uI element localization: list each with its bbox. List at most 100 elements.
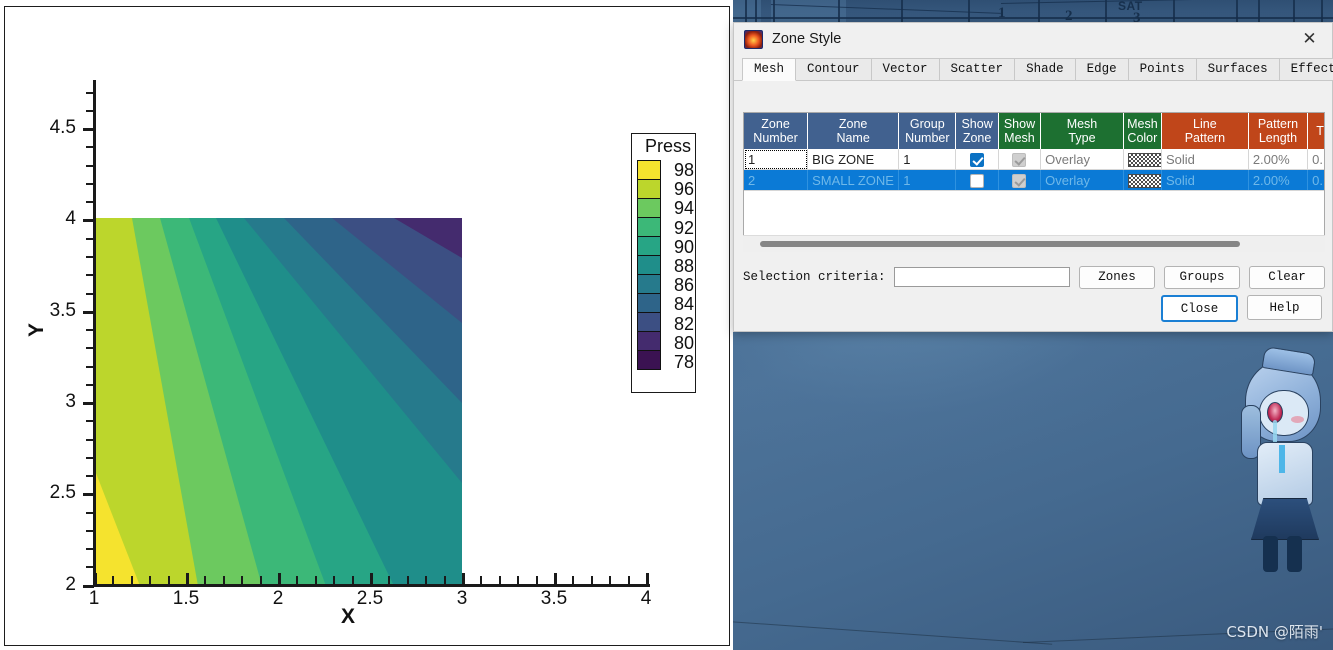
cell-group-number[interactable]: 1 [898,149,957,170]
cell-zone-number[interactable]: 2 [744,169,809,191]
selection-criteria-label: Selection criteria: [743,270,886,284]
tab-edge[interactable]: Edge [1074,58,1129,80]
close-button-label: Close [1180,301,1219,316]
tab-contour[interactable]: Contour [795,58,872,80]
header-line: Color [1127,131,1158,145]
y-tick-minor [86,201,94,203]
tab-shade[interactable]: Shade [1014,58,1076,80]
legend-swatch [637,311,661,332]
cell-group-number[interactable]: 1 [898,169,957,191]
contour-legend: Press 98 96 94 92 90 88 86 84 82 80 78 [631,133,696,393]
cell-pattern-length[interactable]: 2.00% [1248,169,1309,191]
header-line: Zone [838,117,868,131]
cell-show-zone[interactable] [955,149,999,170]
cell-show-zone[interactable] [955,169,999,191]
contour-svg [94,218,462,586]
cell-line-pattern[interactable]: Solid [1161,169,1249,191]
mesh-color-swatch[interactable] [1127,173,1161,188]
scrollbar-thumb[interactable] [760,241,1240,247]
cell-pattern-length[interactable]: 2.00% [1248,149,1309,170]
y-tick-minor [86,566,94,568]
table-row[interactable]: 1BIG ZONE1 Overlay Solid 2.00% 0.1 [744,149,1324,170]
x-tick-minor [223,576,225,585]
legend-swatch [637,197,661,218]
header-line: Line [1193,117,1217,131]
cell-zone-name[interactable]: BIG ZONE [807,149,900,170]
y-axis-title: Y [25,322,49,338]
y-tick-minor [86,439,94,441]
show-mesh-checkbox[interactable] [1012,173,1027,188]
cell-show-mesh[interactable] [998,149,1042,170]
legend-swatch [637,273,661,294]
cell-mesh-color[interactable] [1123,149,1162,170]
close-icon[interactable]: ✕ [1287,23,1332,55]
x-tick-major [554,573,557,585]
selection-criteria-input[interactable] [893,267,1070,287]
tab-surfaces[interactable]: Surfaces [1195,58,1280,80]
cell-zone-number[interactable]: 1 [744,149,809,170]
cell-thickness[interactable]: 0.1 [1307,149,1324,170]
header-line: Number [753,131,798,145]
column-header[interactable]: Line Pattern [1161,113,1249,149]
dialog-titlebar[interactable]: Zone Style ✕ [734,23,1332,55]
show-mesh-checkbox[interactable] [1012,152,1027,167]
x-tick-minor [591,576,593,585]
cell-line-pattern[interactable]: Solid [1161,149,1249,170]
column-header[interactable]: Zone Number [744,113,809,149]
column-header[interactable]: Mesh Type [1040,113,1124,149]
close-button[interactable]: Close [1161,295,1238,322]
tab-scatter[interactable]: Scatter [938,58,1016,80]
help-button[interactable]: Help [1247,295,1322,320]
tab-points[interactable]: Points [1127,58,1197,80]
table-row[interactable]: 2SMALL ZONE1 Overlay Solid 2.00% 0.1 [744,169,1324,191]
thickness-value: 0.1 [1312,172,1324,188]
character-leg [1287,536,1302,572]
y-tick-minor [86,512,94,514]
legend-colorbar [637,159,661,370]
column-header[interactable]: Group Number [898,113,957,149]
tab-effects[interactable]: Effects [1278,58,1333,80]
legend-swatch [637,330,661,351]
cell-mesh-type[interactable]: Overlay [1040,169,1124,191]
zone-style-table-container[interactable]: Zone Number Zone Name Group Number Show Zone Sho… [743,112,1325,252]
table-header-row: Zone Number Zone Name Group Number Show Zone Sho… [744,113,1324,149]
legend-value: 86 [673,275,694,296]
clear-button[interactable]: Clear [1249,265,1325,289]
cell-thickness[interactable]: 0.1 [1307,169,1324,191]
x-tick-minor [315,576,317,585]
x-tick-minor [131,576,133,585]
legend-value: 92 [673,217,694,238]
zones-button[interactable]: Zones [1079,265,1155,289]
mesh-color-swatch[interactable] [1127,152,1161,167]
legend-value: 98 [673,160,694,180]
tab-vector[interactable]: Vector [870,58,940,80]
header-line: Pattern [1184,131,1226,145]
x-tick-major [186,573,189,585]
y-tick-minor [86,165,94,167]
header-line: Number [905,131,950,145]
show-zone-checkbox[interactable] [970,152,985,167]
column-header[interactable]: Mesh Color [1123,113,1162,149]
legend-value: 94 [673,198,694,219]
column-header[interactable]: Pattern Length [1248,113,1309,149]
cell-zone-name[interactable]: SMALL ZONE [807,169,900,191]
column-header[interactable]: Th [1307,113,1324,149]
help-button-label: Help [1269,300,1300,315]
column-header[interactable]: Show Zone [955,113,999,149]
groups-button[interactable]: Groups [1164,265,1240,289]
cell-mesh-type[interactable]: Overlay [1040,149,1124,170]
show-zone-checkbox[interactable] [970,173,985,188]
tab-mesh[interactable]: Mesh [742,58,797,81]
legend-value: 82 [673,313,694,334]
legend-swatch [637,349,661,370]
cell-show-mesh[interactable] [998,169,1042,191]
column-header[interactable]: Show Mesh [998,113,1042,149]
column-header[interactable]: Zone Name [807,113,900,149]
y-tick-minor [86,183,94,185]
zone-style-dialog: Zone Style ✕ Mesh Contour Vector Scatter Sha… [733,22,1333,332]
table-horizontal-scrollbar[interactable] [743,235,1325,252]
x-tick-minor [480,576,482,585]
y-tick-major [83,493,94,496]
header-line: Zone [761,117,790,131]
cell-mesh-color[interactable] [1123,169,1162,191]
